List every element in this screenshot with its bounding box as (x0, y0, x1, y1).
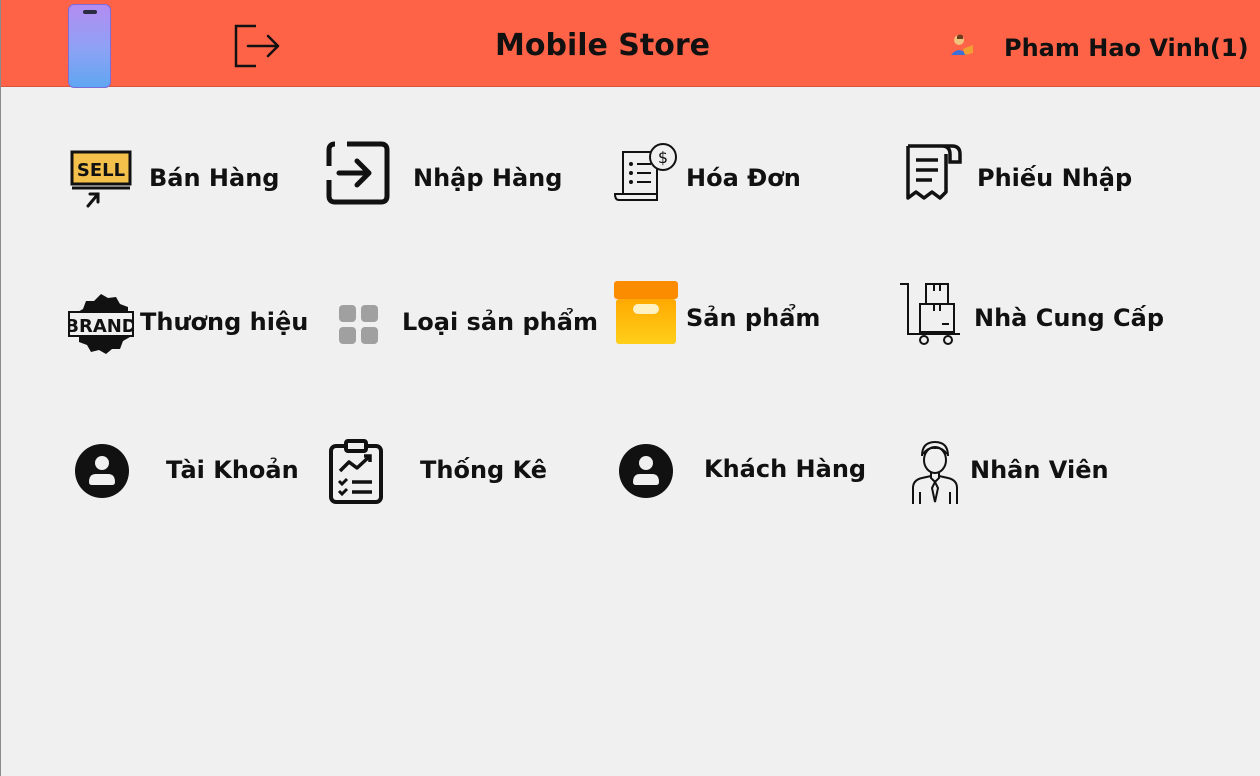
svg-text:$: $ (658, 148, 668, 167)
menu-label-employee: Nhân Viên (970, 456, 1109, 484)
receipt-slip-icon (906, 144, 962, 200)
supplier-hand-truck-icon (900, 283, 960, 345)
menu-label-import-slip: Phiếu Nhập (977, 164, 1133, 192)
logout-icon[interactable] (232, 22, 282, 70)
import-arrow-icon (326, 141, 390, 205)
menu-item-import-slip[interactable]: Phiếu Nhập (904, 142, 1134, 206)
sell-sign-icon: SELL (70, 150, 132, 208)
customer-user-icon (619, 444, 673, 498)
menu-label-invoice: Hóa Đơn (686, 164, 801, 192)
menu-item-import[interactable]: Nhập Hàng (325, 140, 565, 208)
menu-item-invoice[interactable]: $ Hóa Đơn (613, 142, 813, 206)
product-box-icon (614, 281, 678, 344)
menu-label-import: Nhập Hàng (413, 164, 563, 192)
menu-item-category[interactable]: Loại sản phẩm (335, 300, 598, 350)
menu-item-sell[interactable]: SELL Bán Hàng (70, 150, 290, 210)
menu-item-customer[interactable]: Khách Hàng (618, 442, 878, 502)
category-grid-icon (339, 305, 378, 344)
app-header: Mobile Store Pham Hao Vinh(1) (1, 0, 1260, 88)
svg-text:BRAND: BRAND (68, 316, 134, 337)
menu-item-employee[interactable]: Nhân Viên (910, 438, 1120, 506)
statistics-clipboard-icon (329, 439, 383, 504)
menu-item-brand[interactable]: BRAND Thương hiệu (68, 292, 308, 358)
employee-person-icon (912, 440, 958, 504)
menu-label-customer: Khách Hàng (704, 455, 867, 483)
phone-logo-icon (68, 4, 111, 88)
user-name[interactable]: Pham Hao Vinh(1) (1004, 30, 1249, 66)
brand-badge-icon: BRAND (68, 294, 134, 354)
menu-label-brand: Thương hiệu (140, 308, 309, 336)
menu-label-category: Loại sản phẩm (402, 308, 598, 336)
window-left-border (0, 0, 1, 776)
svg-text:SELL: SELL (77, 160, 125, 181)
menu-label-account: Tài Khoản (166, 456, 299, 484)
menu-label-statistics: Thống Kê (420, 456, 548, 484)
user-avatar-icon (951, 34, 973, 55)
app-title: Mobile Store (495, 28, 710, 63)
menu-label-sell: Bán Hàng (149, 164, 280, 192)
menu-item-supplier[interactable]: Nhà Cung Cấp (898, 280, 1178, 346)
menu-label-product: Sản phẩm (686, 304, 821, 332)
invoice-receipt-icon: $ (613, 143, 677, 201)
menu-item-product[interactable]: Sản phẩm (613, 280, 823, 346)
account-user-icon (75, 444, 129, 498)
menu-item-account[interactable]: Tài Khoản (74, 442, 304, 502)
menu-label-supplier: Nhà Cung Cấp (974, 304, 1165, 332)
menu-item-statistics[interactable]: Thống Kê (328, 438, 558, 506)
